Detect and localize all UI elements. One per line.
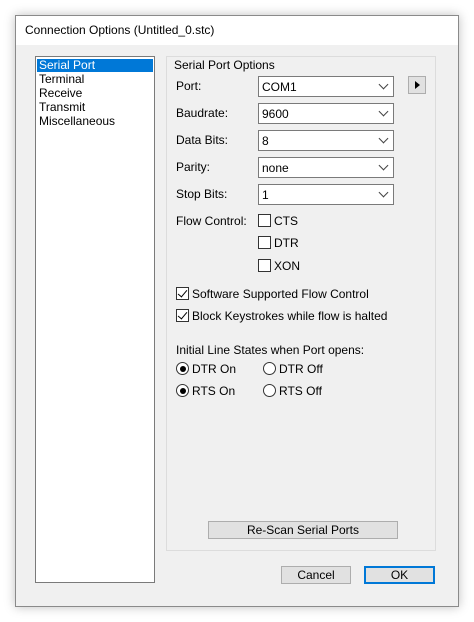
checkbox-box xyxy=(258,236,271,249)
group-title: Serial Port Options xyxy=(171,58,278,72)
rts-off-label: RTS Off xyxy=(279,384,322,398)
nav-item-serial-port[interactable]: Serial Port xyxy=(37,59,153,72)
checkbox-box xyxy=(258,214,271,227)
baudrate-select[interactable]: 9600 xyxy=(258,103,394,124)
port-value: COM1 xyxy=(262,80,297,94)
chevron-down-icon xyxy=(378,106,389,117)
chevron-down-icon xyxy=(378,187,389,198)
port-expand-button[interactable] xyxy=(408,76,426,94)
radio-selected xyxy=(176,362,189,375)
line-states-label: Initial Line States when Port opens: xyxy=(176,343,365,357)
dtr-label: DTR xyxy=(274,236,299,250)
chevron-down-icon xyxy=(378,79,389,90)
nav-item-receive[interactable]: Receive xyxy=(37,87,153,100)
baudrate-value: 9600 xyxy=(262,107,289,121)
radio-selected xyxy=(176,384,189,397)
dtr-off-label: DTR Off xyxy=(279,362,323,376)
parity-select[interactable]: none xyxy=(258,157,394,178)
nav-item-miscellaneous[interactable]: Miscellaneous xyxy=(37,115,153,128)
rts-on-label: RTS On xyxy=(192,384,236,398)
checkbox-box xyxy=(258,259,271,272)
databits-select[interactable]: 8 xyxy=(258,130,394,151)
xon-label: XON xyxy=(274,259,301,273)
dtr-on-label: DTR On xyxy=(192,362,237,376)
chevron-down-icon xyxy=(378,160,389,171)
nav-item-terminal[interactable]: Terminal xyxy=(37,73,153,86)
port-select[interactable]: COM1 xyxy=(258,76,394,97)
software-flow-label: Software Supported Flow Control xyxy=(192,287,369,301)
window-title: Connection Options (Untitled_0.stc) xyxy=(16,16,458,45)
flow-control-label: Flow Control: xyxy=(176,214,247,228)
checkbox-box-checked xyxy=(176,309,189,322)
cts-label: CTS xyxy=(274,214,298,228)
chevron-down-icon xyxy=(378,133,389,144)
stopbits-select[interactable]: 1 xyxy=(258,184,394,205)
radio-unselected xyxy=(263,384,276,397)
parity-value: none xyxy=(262,161,289,175)
databits-label: Data Bits: xyxy=(176,133,229,147)
options-category-list[interactable]: Serial Port Terminal Receive Transmit Mi… xyxy=(35,56,155,583)
parity-label: Parity: xyxy=(176,160,211,174)
nav-item-transmit[interactable]: Transmit xyxy=(37,101,153,114)
databits-value: 8 xyxy=(262,134,269,148)
triangle-right-icon xyxy=(415,81,420,89)
block-keystrokes-label: Block Keystrokes while flow is halted xyxy=(192,309,388,323)
checkbox-box-checked xyxy=(176,287,189,300)
ok-button[interactable]: OK xyxy=(364,566,435,584)
rescan-serial-ports-button[interactable]: Re-Scan Serial Ports xyxy=(208,521,398,539)
stopbits-label: Stop Bits: xyxy=(176,187,228,201)
cancel-button[interactable]: Cancel xyxy=(281,566,351,584)
baudrate-label: Baudrate: xyxy=(176,106,229,120)
port-label: Port: xyxy=(176,79,202,93)
stopbits-value: 1 xyxy=(262,188,269,202)
radio-unselected xyxy=(263,362,276,375)
connection-options-dialog: Connection Options (Untitled_0.stc) Seri… xyxy=(15,15,459,607)
